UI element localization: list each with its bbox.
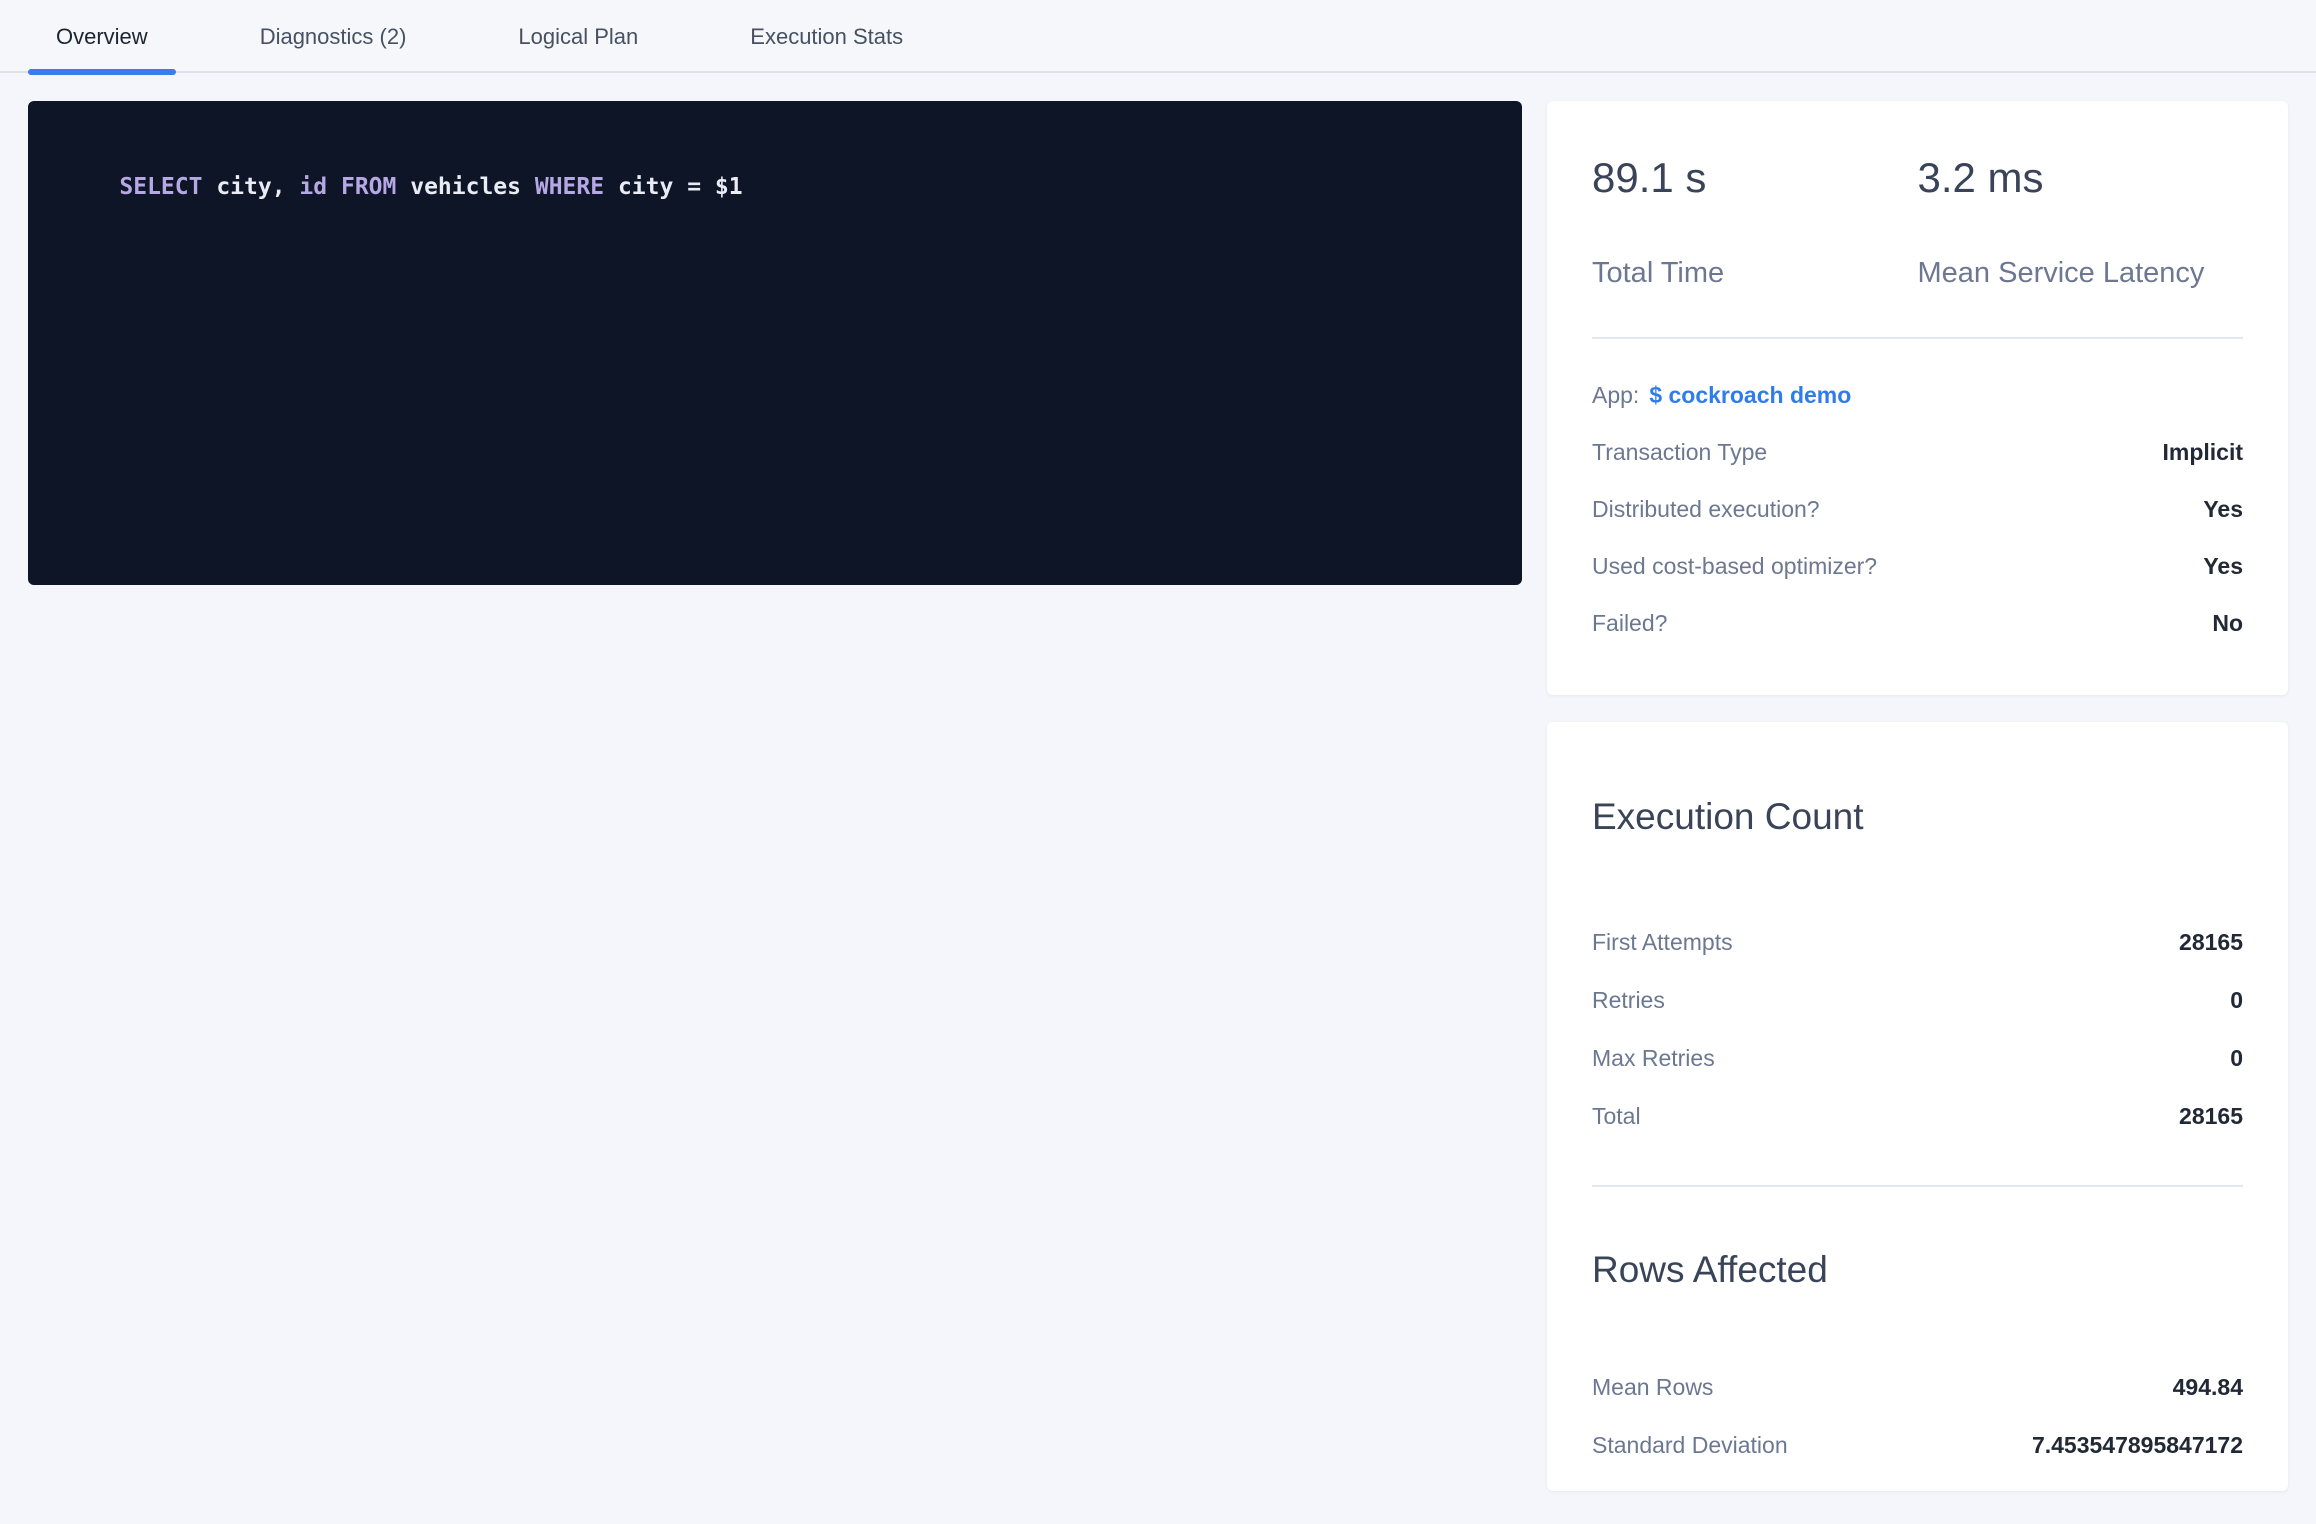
- tab-execution-stats-label: Execution Stats: [750, 24, 903, 50]
- execution-count-rows: First Attempts 28165 Retries 0 Max Retri…: [1592, 928, 2243, 1130]
- sql-keyword: WHERE: [535, 174, 604, 200]
- sql-text: city = $1: [604, 174, 742, 200]
- row-value: 28165: [2179, 1102, 2243, 1130]
- tab-diagnostics[interactable]: Diagnostics (2): [232, 0, 435, 73]
- row-value: Yes: [2203, 552, 2243, 580]
- row-label: Distributed execution?: [1592, 495, 1820, 523]
- tabs-container: Overview Diagnostics (2) Logical Plan Ex…: [0, 0, 2316, 73]
- row-value: 0: [2230, 986, 2243, 1014]
- sql-keyword: SELECT: [119, 174, 202, 200]
- tab-overview-label: Overview: [56, 24, 148, 50]
- summary-card: 89.1 s Total Time 3.2 ms Mean Service La…: [1547, 101, 2288, 695]
- summary-metrics: 89.1 s Total Time 3.2 ms Mean Service La…: [1592, 153, 2243, 291]
- sql-statement-box: SELECT city, id FROM vehicles WHERE city…: [28, 101, 1522, 585]
- row-value: No: [2212, 609, 2243, 637]
- mean-service-latency-value: 3.2 ms: [1918, 153, 2244, 203]
- total-time-label: Total Time: [1592, 255, 1918, 291]
- summary-divider: [1592, 337, 2243, 339]
- execution-stats-card: Execution Count First Attempts 28165 Ret…: [1547, 722, 2288, 1491]
- tab-execution-stats[interactable]: Execution Stats: [722, 0, 931, 73]
- sql-keyword: FROM: [341, 174, 396, 200]
- retries-row: Retries 0: [1592, 986, 2243, 1014]
- first-attempts-row: First Attempts 28165: [1592, 928, 2243, 956]
- row-value: 7.453547895847172: [2032, 1431, 2243, 1459]
- tab-bar: Overview Diagnostics (2) Logical Plan Ex…: [0, 0, 2316, 73]
- tab-logical-plan-label: Logical Plan: [518, 24, 638, 50]
- sql-text: [327, 174, 341, 200]
- rows-affected-title: Rows Affected: [1592, 1247, 2243, 1293]
- row-label: Mean Rows: [1592, 1373, 1713, 1401]
- app-link[interactable]: $ cockroach demo: [1649, 381, 1851, 409]
- row-label: Retries: [1592, 986, 1665, 1014]
- tab-diagnostics-label: Diagnostics (2): [260, 24, 407, 50]
- metric-mean-service-latency: 3.2 ms Mean Service Latency: [1918, 153, 2244, 291]
- row-label: Transaction Type: [1592, 438, 1767, 466]
- row-label: Standard Deviation: [1592, 1431, 1788, 1459]
- sql-keyword: id: [299, 174, 327, 200]
- max-retries-row: Max Retries 0: [1592, 1044, 2243, 1072]
- cost-based-optimizer-row: Used cost-based optimizer? Yes: [1592, 552, 2243, 580]
- standard-deviation-row: Standard Deviation 7.453547895847172: [1592, 1431, 2243, 1459]
- row-label: Max Retries: [1592, 1044, 1715, 1072]
- sql-text: vehicles: [396, 174, 534, 200]
- row-label: Failed?: [1592, 609, 1667, 637]
- summary-details: App: $ cockroach demo Transaction Type I…: [1592, 381, 2243, 637]
- metric-total-time: 89.1 s Total Time: [1592, 153, 1918, 291]
- row-label: First Attempts: [1592, 928, 1733, 956]
- failed-row: Failed? No: [1592, 609, 2243, 637]
- row-value: 28165: [2179, 928, 2243, 956]
- sql-text: city,: [202, 174, 299, 200]
- transaction-type-row: Transaction Type Implicit: [1592, 438, 2243, 466]
- app-label: App:: [1592, 381, 1639, 409]
- tab-logical-plan[interactable]: Logical Plan: [490, 0, 666, 73]
- row-value: Yes: [2203, 495, 2243, 523]
- distributed-execution-row: Distributed execution? Yes: [1592, 495, 2243, 523]
- rows-affected-rows: Mean Rows 494.84 Standard Deviation 7.45…: [1592, 1373, 2243, 1459]
- row-value: 494.84: [2173, 1373, 2243, 1401]
- total-row: Total 28165: [1592, 1102, 2243, 1130]
- total-time-value: 89.1 s: [1592, 153, 1918, 203]
- mean-service-latency-label: Mean Service Latency: [1918, 255, 2244, 291]
- row-label: Used cost-based optimizer?: [1592, 552, 1877, 580]
- row-value: Implicit: [2162, 438, 2243, 466]
- row-value: 0: [2230, 1044, 2243, 1072]
- sql-statement-text: SELECT city, id FROM vehicles WHERE city…: [64, 139, 743, 235]
- mean-rows-row: Mean Rows 494.84: [1592, 1373, 2243, 1401]
- execution-count-title: Execution Count: [1592, 794, 2243, 840]
- tab-overview[interactable]: Overview: [28, 0, 176, 73]
- stats-divider: [1592, 1185, 2243, 1187]
- app-row: App: $ cockroach demo: [1592, 381, 2243, 409]
- row-label: Total: [1592, 1102, 1641, 1130]
